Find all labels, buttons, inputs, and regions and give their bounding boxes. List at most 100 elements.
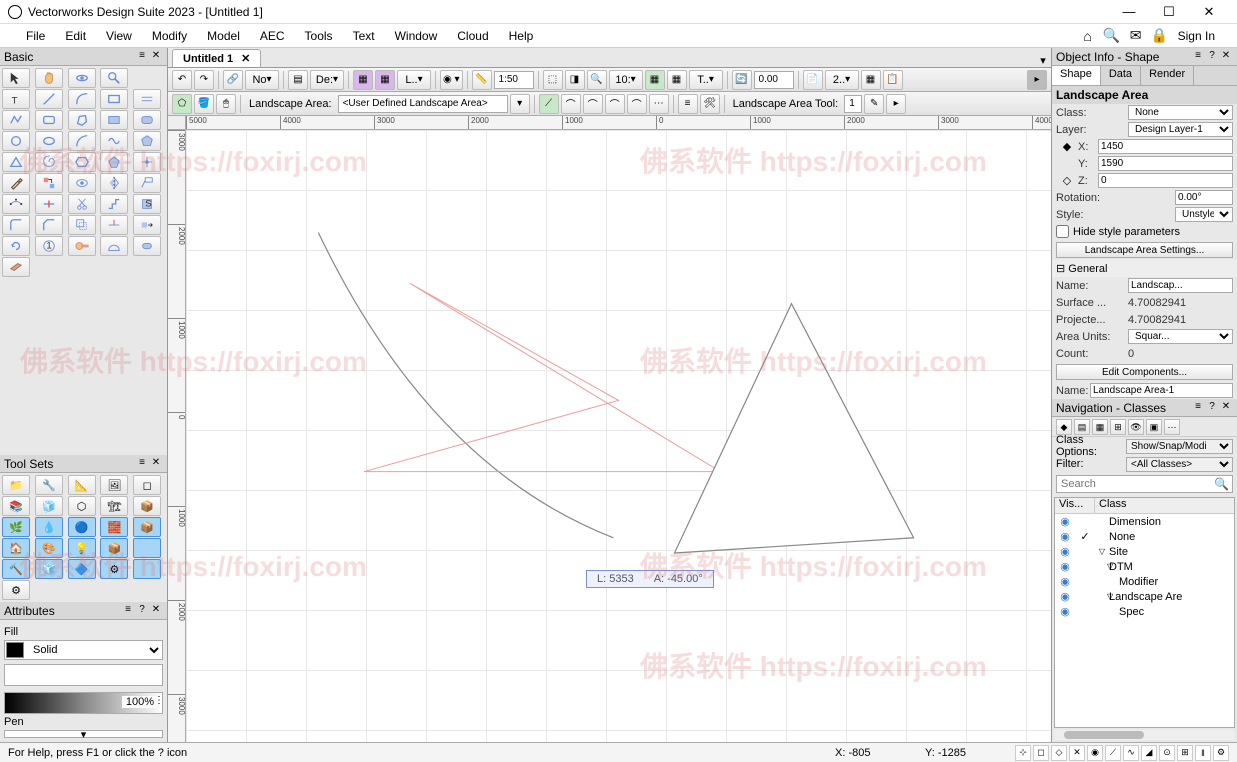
layers-button[interactable]: ▤ [288,70,308,90]
class-list[interactable]: Vis... Class ◉ Dimension◉ ✓ None◉ ▽ Site… [1054,497,1235,728]
toolsets-close-icon[interactable]: ✕ [149,457,163,471]
toolbar-overflow-btn[interactable]: ▸ [1027,70,1047,90]
view-1-btn[interactable]: ⬚ [543,70,563,90]
zoom-btn[interactable]: 🔍 [587,70,607,90]
visibility-eye-icon[interactable]: ◉ [1055,545,1075,558]
mode-pick-btn[interactable]: 🖱 [216,94,236,114]
menu-modify[interactable]: Modify [142,29,197,43]
close-button[interactable]: ✕ [1189,4,1229,20]
scale-button[interactable]: 📏 [472,70,492,90]
hexagon-tool[interactable] [68,152,96,172]
visibility-tool[interactable] [68,173,96,193]
toolset-7[interactable]: 🧊 [35,496,63,516]
toolset-22[interactable]: 🧊 [35,559,63,579]
vertex-6-btn[interactable]: ⋯ [649,94,669,114]
vertex-2-btn[interactable]: ⌒ [561,94,581,114]
palette-close-icon[interactable]: ✕ [149,50,163,64]
hide-style-checkbox[interactable] [1056,224,1069,239]
view-2-btn[interactable]: ◨ [565,70,585,90]
lock-icon[interactable]: 🔒 [1148,27,1172,44]
toolset-25[interactable] [133,559,161,579]
oi-menu-icon[interactable]: ≡ [1191,50,1205,64]
more-2-btn[interactable]: 📋 [883,70,903,90]
snap-4[interactable]: ✕ [1069,745,1085,761]
locus-tool[interactable] [133,152,161,172]
reshape-tool[interactable] [2,194,30,214]
snap-settings[interactable]: ⚙ [1213,745,1229,761]
toolset-4[interactable]: 🖼 [100,475,128,495]
search-icon[interactable]: 🔍 [1100,27,1124,44]
menu-view[interactable]: View [96,29,142,43]
tab-dropdown-icon[interactable]: ▾ [1035,54,1051,67]
link-button[interactable]: 🔗 [223,70,243,90]
bottom-name-input[interactable] [1090,383,1233,398]
toolset-6[interactable]: 📚 [2,496,30,516]
trim-tool[interactable] [100,215,128,235]
tab-shape[interactable]: Shape [1052,66,1101,85]
move-by-points-tool[interactable] [133,215,161,235]
spiral-tool[interactable] [35,152,63,172]
tree-toggle-icon[interactable]: ▽ [1095,592,1109,601]
class-row[interactable]: ◉ ▽ DTM [1055,559,1234,574]
toolset-5[interactable]: ◻ [133,475,161,495]
menu-file[interactable]: File [16,29,55,43]
pentagon-tool[interactable] [100,152,128,172]
x-input[interactable] [1098,139,1233,154]
rounded-rectangle-tool[interactable] [35,110,63,130]
text-tool[interactable]: T [2,89,30,109]
visibility-eye-icon[interactable]: ◉ [1055,590,1075,603]
pan-tool[interactable] [35,68,63,88]
regular-polygon-tool[interactable] [133,131,161,151]
sheet-btn[interactable]: 📄 [803,70,823,90]
class-row[interactable]: ◉ ✓ None [1055,529,1234,544]
quarter-arc-tool[interactable] [68,131,96,151]
nav-close-icon[interactable]: ✕ [1219,401,1233,415]
triangle-tool[interactable] [2,152,30,172]
lumber-tool[interactable] [2,257,30,277]
hdr-class[interactable]: Class [1095,498,1234,513]
polyline-tool[interactable] [2,110,30,130]
nav-help-icon[interactable]: ? [1205,401,1219,415]
snap-10[interactable]: ⊞ [1177,745,1193,761]
nav-icon-1[interactable]: ◆ [1056,419,1072,435]
selection-tool[interactable] [2,68,30,88]
shape-tool[interactable] [133,236,161,256]
undo-button[interactable]: ↶ [172,70,192,90]
number-stamp-tool[interactable]: 1 [35,236,63,256]
menu-text[interactable]: Text [343,29,385,43]
toolset-9[interactable]: 🏗 [100,496,128,516]
visibility-eye-icon[interactable]: ◉ [1055,515,1075,528]
2d-polygon-tool[interactable] [68,110,96,130]
arc-tool[interactable] [68,89,96,109]
visibility-eye-icon[interactable]: ◉ [1055,530,1075,543]
edit-components-button[interactable]: Edit Components... [1056,364,1233,380]
tape-measure-tool[interactable] [68,236,96,256]
toolset-gear[interactable]: ⚙ [2,580,30,600]
menu-help[interactable]: Help [499,29,544,43]
circle-tool[interactable] [2,131,30,151]
connect-tool[interactable] [100,194,128,214]
home-icon[interactable]: ⌂ [1076,28,1100,44]
toolset-8[interactable]: ⬡ [68,496,96,516]
la-tool-help-btn[interactable]: ✎ [864,94,884,114]
sign-in-button[interactable]: Sign In [1172,29,1221,43]
offset-tool[interactable] [68,215,96,235]
snap-8[interactable]: ◢ [1141,745,1157,761]
toolset-1[interactable]: 📁 [2,475,30,495]
fill-color-swatch[interactable] [6,642,24,658]
ruler-horizontal[interactable]: 5000 4000 3000 2000 1000 0 1000 2000 300… [186,116,1051,130]
protractor-tool[interactable] [100,236,128,256]
attributes-menu-icon[interactable]: ≡ [121,604,135,618]
toolset-23[interactable]: 🔷 [68,559,96,579]
document-tab[interactable]: Untitled 1 ✕ [172,49,261,67]
grid-1-button[interactable]: ▦ [353,70,373,90]
double-line-tool[interactable] [133,89,161,109]
flyover-tool[interactable] [68,68,96,88]
snap-3[interactable]: ◇ [1051,745,1067,761]
redo-button[interactable]: ↷ [194,70,214,90]
la-tool-input[interactable] [844,95,862,113]
fillet-tool[interactable] [2,215,30,235]
cube-2-btn[interactable]: ▦ [667,70,687,90]
y-input[interactable] [1098,156,1233,171]
toolset-2[interactable]: 🔧 [35,475,63,495]
